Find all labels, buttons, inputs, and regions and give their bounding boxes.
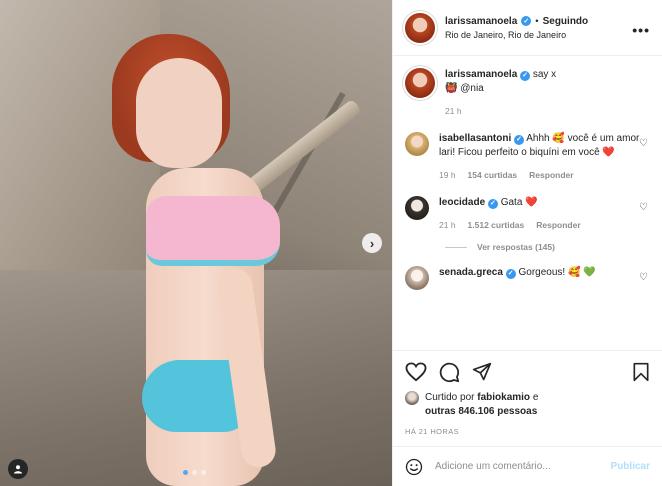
like-comment-heart-icon[interactable]: ♡: [639, 202, 648, 213]
ogre-emoji: 👹: [445, 83, 458, 94]
verified-badge-icon: ✓: [520, 71, 531, 81]
carousel-dot: [183, 470, 188, 475]
smiling-hearts-emoji: 🥰: [552, 133, 565, 144]
caption-text: say x: [532, 69, 557, 80]
verified-badge-icon: ✓: [487, 199, 498, 209]
liked-by: Curtido por fabiokamio e outras 846.106 …: [405, 391, 650, 419]
comment-meta: 19 h 154 curtidas Responder: [439, 168, 649, 182]
verified-badge-icon: ✓: [514, 135, 525, 145]
separator-dot: •: [535, 15, 539, 27]
verified-badge-icon: ✓: [521, 16, 532, 26]
comment-likes[interactable]: 154 curtidas: [468, 168, 518, 182]
publish-button[interactable]: Publicar: [611, 461, 650, 472]
share-icon[interactable]: [472, 362, 492, 382]
user-icon: [14, 465, 22, 474]
post-side-panel: larissamanoela ✓ • Seguindo Rio de Janei…: [392, 0, 662, 486]
add-comment-bar: Adicione um comentário... Publicar: [393, 446, 662, 486]
view-replies[interactable]: Ver respostas (145): [445, 242, 650, 252]
view-replies-label[interactable]: Ver respostas (145): [477, 242, 555, 252]
following-button[interactable]: Seguindo: [543, 16, 589, 27]
more-options-icon[interactable]: •••: [632, 22, 650, 38]
avatar[interactable]: [405, 266, 429, 290]
avatar[interactable]: [405, 132, 429, 156]
smile-icon[interactable]: [405, 458, 423, 476]
bikini-top: [146, 196, 280, 266]
like-comment-heart-icon[interactable]: ♡: [639, 272, 648, 283]
comment-meta: 21 h 1.512 curtidas Responder: [439, 218, 649, 232]
liked-by-text: Curtido por fabiokamio e outras 846.106 …: [425, 391, 538, 419]
caption: larissamanoela ✓ say x 👹 @nia 21 h: [405, 68, 650, 118]
comment-username[interactable]: leocidade: [439, 197, 485, 208]
caption-time[interactable]: 21 h: [445, 104, 462, 118]
comment-item: leocidade ✓ Gata ❤️ 21 h 1.512 curtidas …: [405, 196, 650, 232]
avatar[interactable]: [405, 12, 435, 43]
smiling-hearts-emoji: 🥰: [567, 267, 581, 278]
location-link[interactable]: Rio de Janeiro, Rio de Janeiro: [445, 30, 588, 40]
chevron-right-icon: ›: [369, 235, 375, 251]
red-heart-emoji: ❤️: [525, 197, 538, 208]
instagram-post: › larissamanoela ✓ • Seguindo Rio de Jan…: [0, 0, 662, 486]
bookmark-icon[interactable]: [632, 362, 650, 382]
avatar[interactable]: [405, 68, 435, 98]
post-header: larissamanoela ✓ • Seguindo Rio de Janei…: [393, 0, 662, 56]
face: [136, 58, 222, 168]
comment-text: Ahhh: [526, 133, 550, 144]
reply-button[interactable]: Responder: [529, 168, 573, 182]
comment-likes[interactable]: 1.512 curtidas: [468, 218, 525, 232]
author-username[interactable]: larissamanoela: [445, 16, 517, 27]
liked-by-user[interactable]: fabiokamio: [477, 392, 530, 403]
carousel-dot: [201, 470, 206, 475]
green-heart-emoji: 💚: [583, 267, 596, 278]
comment-text: Gata: [500, 197, 523, 208]
comment-username[interactable]: isabellasantoni: [439, 133, 511, 144]
like-comment-heart-icon[interactable]: ♡: [639, 138, 648, 149]
comment-time[interactable]: 19 h: [439, 168, 456, 182]
avatar[interactable]: [405, 196, 429, 220]
caption-meta: 21 h: [445, 104, 650, 118]
liked-by-others[interactable]: outras 846.106 pessoas: [425, 406, 537, 417]
post-photo[interactable]: ›: [0, 0, 392, 486]
comment-body: leocidade ✓ Gata ❤️ 21 h 1.512 curtidas …: [439, 196, 649, 232]
avatar[interactable]: [405, 391, 419, 405]
carousel-dot: [192, 470, 197, 475]
carousel-next-button[interactable]: ›: [362, 233, 382, 253]
action-icons: [405, 359, 650, 385]
caption-username[interactable]: larissamanoela: [445, 69, 517, 80]
liked-by-prefix: Curtido por: [425, 392, 475, 403]
comment-item: isabellasantoni ✓ Ahhh 🥰 você é um amor …: [405, 132, 650, 182]
header-line: larissamanoela ✓ • Seguindo: [445, 16, 588, 27]
liked-by-middle: e: [532, 392, 539, 403]
comment-username[interactable]: senada.greca: [439, 267, 503, 278]
comment-input[interactable]: Adicione um comentário...: [435, 461, 611, 472]
replies-divider: [445, 246, 467, 248]
comment-body: senada.greca ✓ Gorgeous! 🥰 💚: [439, 266, 649, 290]
header-text: larissamanoela ✓ • Seguindo Rio de Janei…: [445, 16, 588, 40]
reply-button[interactable]: Responder: [536, 218, 580, 232]
carousel-dots: [183, 470, 206, 475]
post-timestamp[interactable]: HÁ 21 HORAS: [405, 427, 650, 446]
post-actions: Curtido por fabiokamio e outras 846.106 …: [393, 350, 662, 446]
red-heart-emoji: ❤️: [602, 147, 615, 158]
comments-list[interactable]: larissamanoela ✓ say x 👹 @nia 21 h isabe…: [393, 56, 662, 350]
comment-item: senada.greca ✓ Gorgeous! 🥰 💚 ♡: [405, 266, 650, 290]
comment-text: Gorgeous!: [518, 267, 566, 278]
comment-body: isabellasantoni ✓ Ahhh 🥰 você é um amor …: [439, 132, 649, 182]
comment-time[interactable]: 21 h: [439, 218, 456, 232]
comment-icon[interactable]: [439, 362, 460, 383]
heart-icon[interactable]: [405, 362, 427, 382]
verified-badge-icon: ✓: [505, 269, 516, 279]
caption-mention[interactable]: @nia: [460, 83, 484, 94]
person-figure: [112, 28, 312, 486]
caption-body: larissamanoela ✓ say x 👹 @nia 21 h: [445, 68, 650, 118]
user-tag-button[interactable]: [8, 459, 28, 479]
